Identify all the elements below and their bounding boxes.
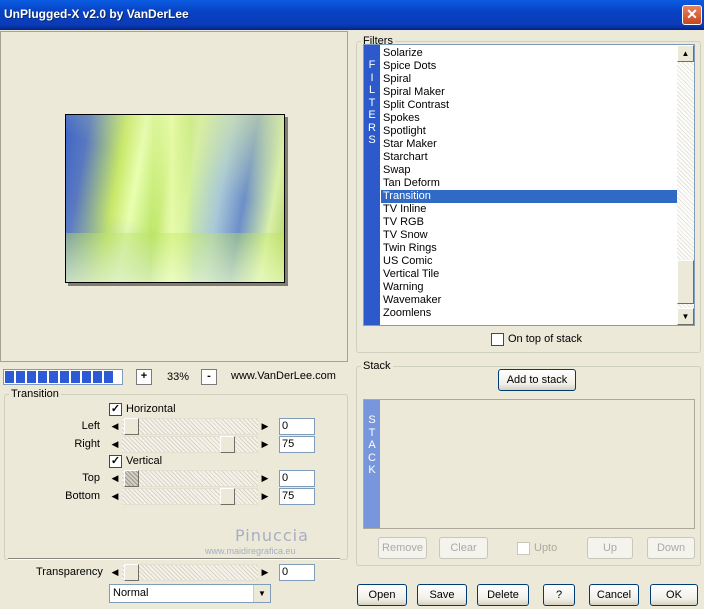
- top-slider[interactable]: ◀ ▶: [108, 470, 272, 487]
- scroll-down-icon[interactable]: ▼: [677, 308, 694, 325]
- remove-button[interactable]: Remove: [378, 537, 427, 559]
- transition-legend: Transition: [11, 388, 59, 400]
- left-label: Left: [81, 420, 100, 432]
- filters-sidebar-label: FILTERS: [364, 45, 380, 325]
- title-bar: UnPlugged-X v2.0 by VanDerLee ✕: [0, 0, 704, 30]
- list-item[interactable]: TV Snow: [381, 229, 677, 242]
- list-item[interactable]: Warning: [381, 281, 677, 294]
- progress-segment: [60, 371, 69, 383]
- slider-thumb[interactable]: [220, 436, 235, 453]
- on-top-checkbox[interactable]: [491, 333, 504, 346]
- progress-segment: [104, 371, 113, 383]
- preview-panel[interactable]: [0, 31, 348, 362]
- help-button[interactable]: ?: [543, 584, 575, 606]
- progress-segment: [16, 371, 25, 383]
- transparency-label: Transparency: [36, 566, 103, 578]
- right-value-field[interactable]: 75: [279, 436, 315, 453]
- watermark-site: www.maidiregrafica.eu: [205, 546, 296, 556]
- website-link[interactable]: www.VanDerLee.com: [231, 370, 336, 382]
- stack-list[interactable]: STACK: [363, 399, 695, 529]
- scroll-up-icon[interactable]: ▲: [677, 45, 694, 62]
- clear-button[interactable]: Clear: [439, 537, 488, 559]
- progress-segment: [5, 371, 14, 383]
- slider-thumb[interactable]: [124, 564, 139, 581]
- top-label: Top: [82, 472, 100, 484]
- bottom-label: Bottom: [65, 490, 100, 502]
- on-top-label: On top of stack: [508, 333, 582, 345]
- left-value-field[interactable]: 0: [279, 418, 315, 435]
- list-item[interactable]: Vertical Tile: [381, 268, 677, 281]
- blend-mode-value: Normal: [113, 587, 149, 599]
- window-title: UnPlugged-X v2.0 by VanDerLee: [4, 7, 189, 21]
- add-to-stack-button[interactable]: Add to stack: [498, 369, 576, 391]
- filters-scrollbar[interactable]: ▲ ▼: [677, 45, 694, 325]
- slider-thumb[interactable]: [220, 488, 235, 505]
- list-item[interactable]: Starchart: [381, 151, 677, 164]
- list-item[interactable]: Spotlight: [381, 125, 677, 138]
- list-item[interactable]: Swap: [381, 164, 677, 177]
- blend-mode-select[interactable]: Normal ▼: [109, 584, 271, 603]
- filters-list[interactable]: FILTERS Solarize Spice Dots Spiral Spiral M…: [363, 44, 695, 326]
- list-item[interactable]: TV Inline: [381, 203, 677, 216]
- vertical-checkbox[interactable]: ✓: [109, 455, 122, 468]
- zoom-level: 33%: [166, 371, 190, 383]
- up-button[interactable]: Up: [587, 537, 633, 559]
- list-item[interactable]: Wavemaker: [381, 294, 677, 307]
- vertical-label: Vertical: [126, 455, 163, 467]
- cancel-button[interactable]: Cancel: [589, 584, 639, 606]
- transparency-slider[interactable]: ◀ ▶: [108, 564, 272, 581]
- progress-bar: [3, 369, 123, 385]
- list-item[interactable]: Zoomlens: [381, 307, 677, 320]
- top-value-field[interactable]: 0: [279, 470, 315, 487]
- save-button[interactable]: Save: [417, 584, 467, 606]
- progress-segment: [49, 371, 58, 383]
- bottom-value-field[interactable]: 75: [279, 488, 315, 505]
- preview-image: [65, 114, 285, 283]
- list-item[interactable]: Star Maker: [381, 138, 677, 151]
- right-slider[interactable]: ◀ ▶: [108, 436, 272, 453]
- list-item[interactable]: Tan Deform: [381, 177, 677, 190]
- slider-thumb[interactable]: [124, 418, 139, 435]
- stack-legend: Stack: [363, 360, 391, 372]
- upto-checkbox[interactable]: [517, 542, 530, 555]
- bottom-slider[interactable]: ◀ ▶: [108, 488, 272, 505]
- list-item[interactable]: US Comic: [381, 255, 677, 268]
- separator: [8, 558, 340, 560]
- horizontal-checkbox[interactable]: ✓: [109, 403, 122, 416]
- progress-segment: [27, 371, 36, 383]
- transparency-value-field[interactable]: 0: [279, 564, 315, 581]
- list-item[interactable]: TV RGB: [381, 216, 677, 229]
- list-item[interactable]: Spiral: [381, 73, 677, 86]
- list-item[interactable]: Transition: [381, 190, 677, 203]
- right-label: Right: [74, 438, 100, 450]
- upto-label: Upto: [534, 542, 558, 554]
- zoom-out-button[interactable]: -: [201, 369, 217, 385]
- stack-sidebar-label: STACK: [364, 400, 380, 528]
- list-item[interactable]: Spice Dots: [381, 60, 677, 73]
- list-item[interactable]: Split Contrast: [381, 99, 677, 112]
- list-item[interactable]: Spiral Maker: [381, 86, 677, 99]
- chevron-down-icon[interactable]: ▼: [253, 585, 270, 602]
- open-button[interactable]: Open: [357, 584, 407, 606]
- slider-thumb[interactable]: [124, 470, 139, 487]
- progress-segment: [93, 371, 102, 383]
- watermark-name: Pinuccia: [235, 526, 309, 545]
- list-item[interactable]: Twin Rings: [381, 242, 677, 255]
- delete-button[interactable]: Delete: [477, 584, 529, 606]
- ok-button[interactable]: OK: [650, 584, 698, 606]
- scroll-thumb[interactable]: [677, 260, 694, 304]
- filters-items[interactable]: Solarize Spice Dots Spiral Spiral Maker Spli…: [381, 47, 677, 320]
- progress-segment: [82, 371, 91, 383]
- close-button[interactable]: ✕: [682, 5, 702, 25]
- zoom-in-button[interactable]: +: [136, 369, 152, 385]
- horizontal-label: Horizontal: [126, 403, 176, 415]
- progress-segment: [71, 371, 80, 383]
- progress-segment: [38, 371, 47, 383]
- down-button[interactable]: Down: [647, 537, 695, 559]
- left-slider[interactable]: ◀ ▶: [108, 418, 272, 435]
- list-item[interactable]: Spokes: [381, 112, 677, 125]
- list-item[interactable]: Solarize: [381, 47, 677, 60]
